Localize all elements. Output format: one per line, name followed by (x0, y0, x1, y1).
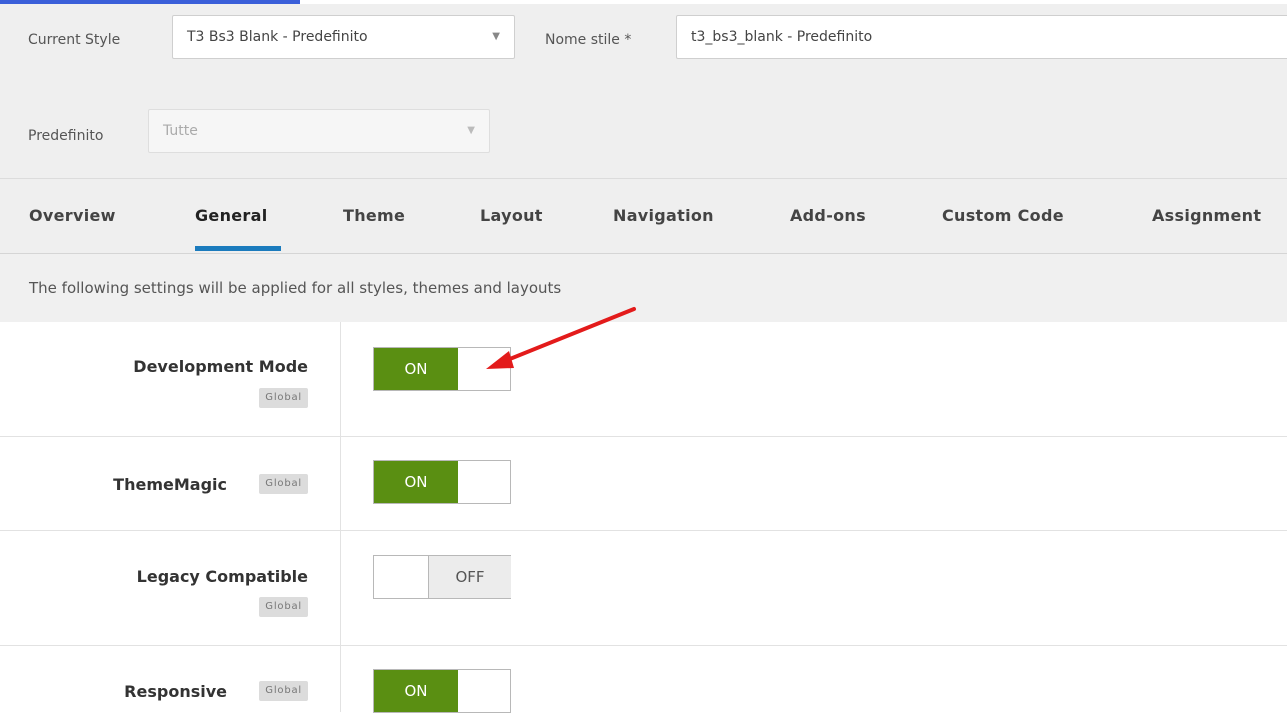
style-name-label: Nome stile * (545, 32, 632, 48)
tab-general[interactable]: General (195, 179, 268, 253)
responsive-toggle[interactable]: ON (373, 669, 511, 713)
global-badge: Global (259, 681, 308, 701)
tab-theme[interactable]: Theme (343, 179, 405, 253)
tab-navigation[interactable]: Navigation (613, 179, 714, 253)
global-badge: Global (259, 474, 308, 494)
tab-custom-code[interactable]: Custom Code (942, 179, 1064, 253)
setting-row-responsive: Responsive Global ON (0, 646, 1287, 713)
toggle-on-state: ON (374, 670, 458, 712)
responsive-label: Responsive (124, 682, 227, 701)
current-style-select[interactable]: T3 Bs3 Blank - Predefinito ▼ (172, 15, 515, 59)
legacy-compatible-toggle[interactable]: OFF (373, 555, 511, 599)
global-badge: Global (259, 388, 308, 408)
current-style-value: T3 Bs3 Blank - Predefinito (187, 29, 368, 45)
tab-add-ons[interactable]: Add-ons (790, 179, 866, 253)
toggle-off-state: OFF (428, 556, 511, 598)
active-tab-indicator (195, 246, 281, 251)
tab-overview[interactable]: Overview (29, 179, 116, 253)
toggle-on-state: ON (374, 348, 458, 390)
setting-row-development-mode: Development Mode Global ON (0, 322, 1287, 437)
thememagic-toggle[interactable]: ON (373, 460, 511, 504)
development-mode-label: Development Mode (133, 357, 308, 376)
chevron-down-icon: ▼ (467, 125, 475, 136)
tab-assignment[interactable]: Assignment (1152, 179, 1261, 253)
style-selector-bar: Current Style T3 Bs3 Blank - Predefinito… (0, 4, 1287, 179)
settings-tabs: Overview General Theme Layout Navigation… (0, 179, 1287, 254)
default-label: Predefinito (28, 128, 104, 144)
default-value: Tutte (163, 123, 198, 139)
info-banner: The following settings will be applied f… (0, 254, 1287, 322)
setting-row-legacy-compatible: Legacy Compatible Global OFF (0, 531, 1287, 646)
thememagic-label: ThemeMagic (113, 475, 227, 494)
toggle-on-state: ON (374, 461, 458, 503)
default-select: Tutte ▼ (148, 109, 490, 153)
settings-list: Development Mode Global ON ThemeMagic Gl… (0, 322, 1287, 713)
development-mode-toggle[interactable]: ON (373, 347, 511, 391)
style-name-value: t3_bs3_blank - Predefinito (691, 29, 873, 45)
legacy-compatible-label: Legacy Compatible (136, 567, 308, 586)
global-badge: Global (259, 597, 308, 617)
style-name-input[interactable]: t3_bs3_blank - Predefinito (676, 15, 1287, 59)
chevron-down-icon: ▼ (492, 31, 500, 42)
current-style-label: Current Style (28, 32, 121, 48)
setting-row-thememagic: ThemeMagic Global ON (0, 437, 1287, 531)
tab-layout[interactable]: Layout (480, 179, 543, 253)
info-text: The following settings will be applied f… (29, 279, 562, 297)
